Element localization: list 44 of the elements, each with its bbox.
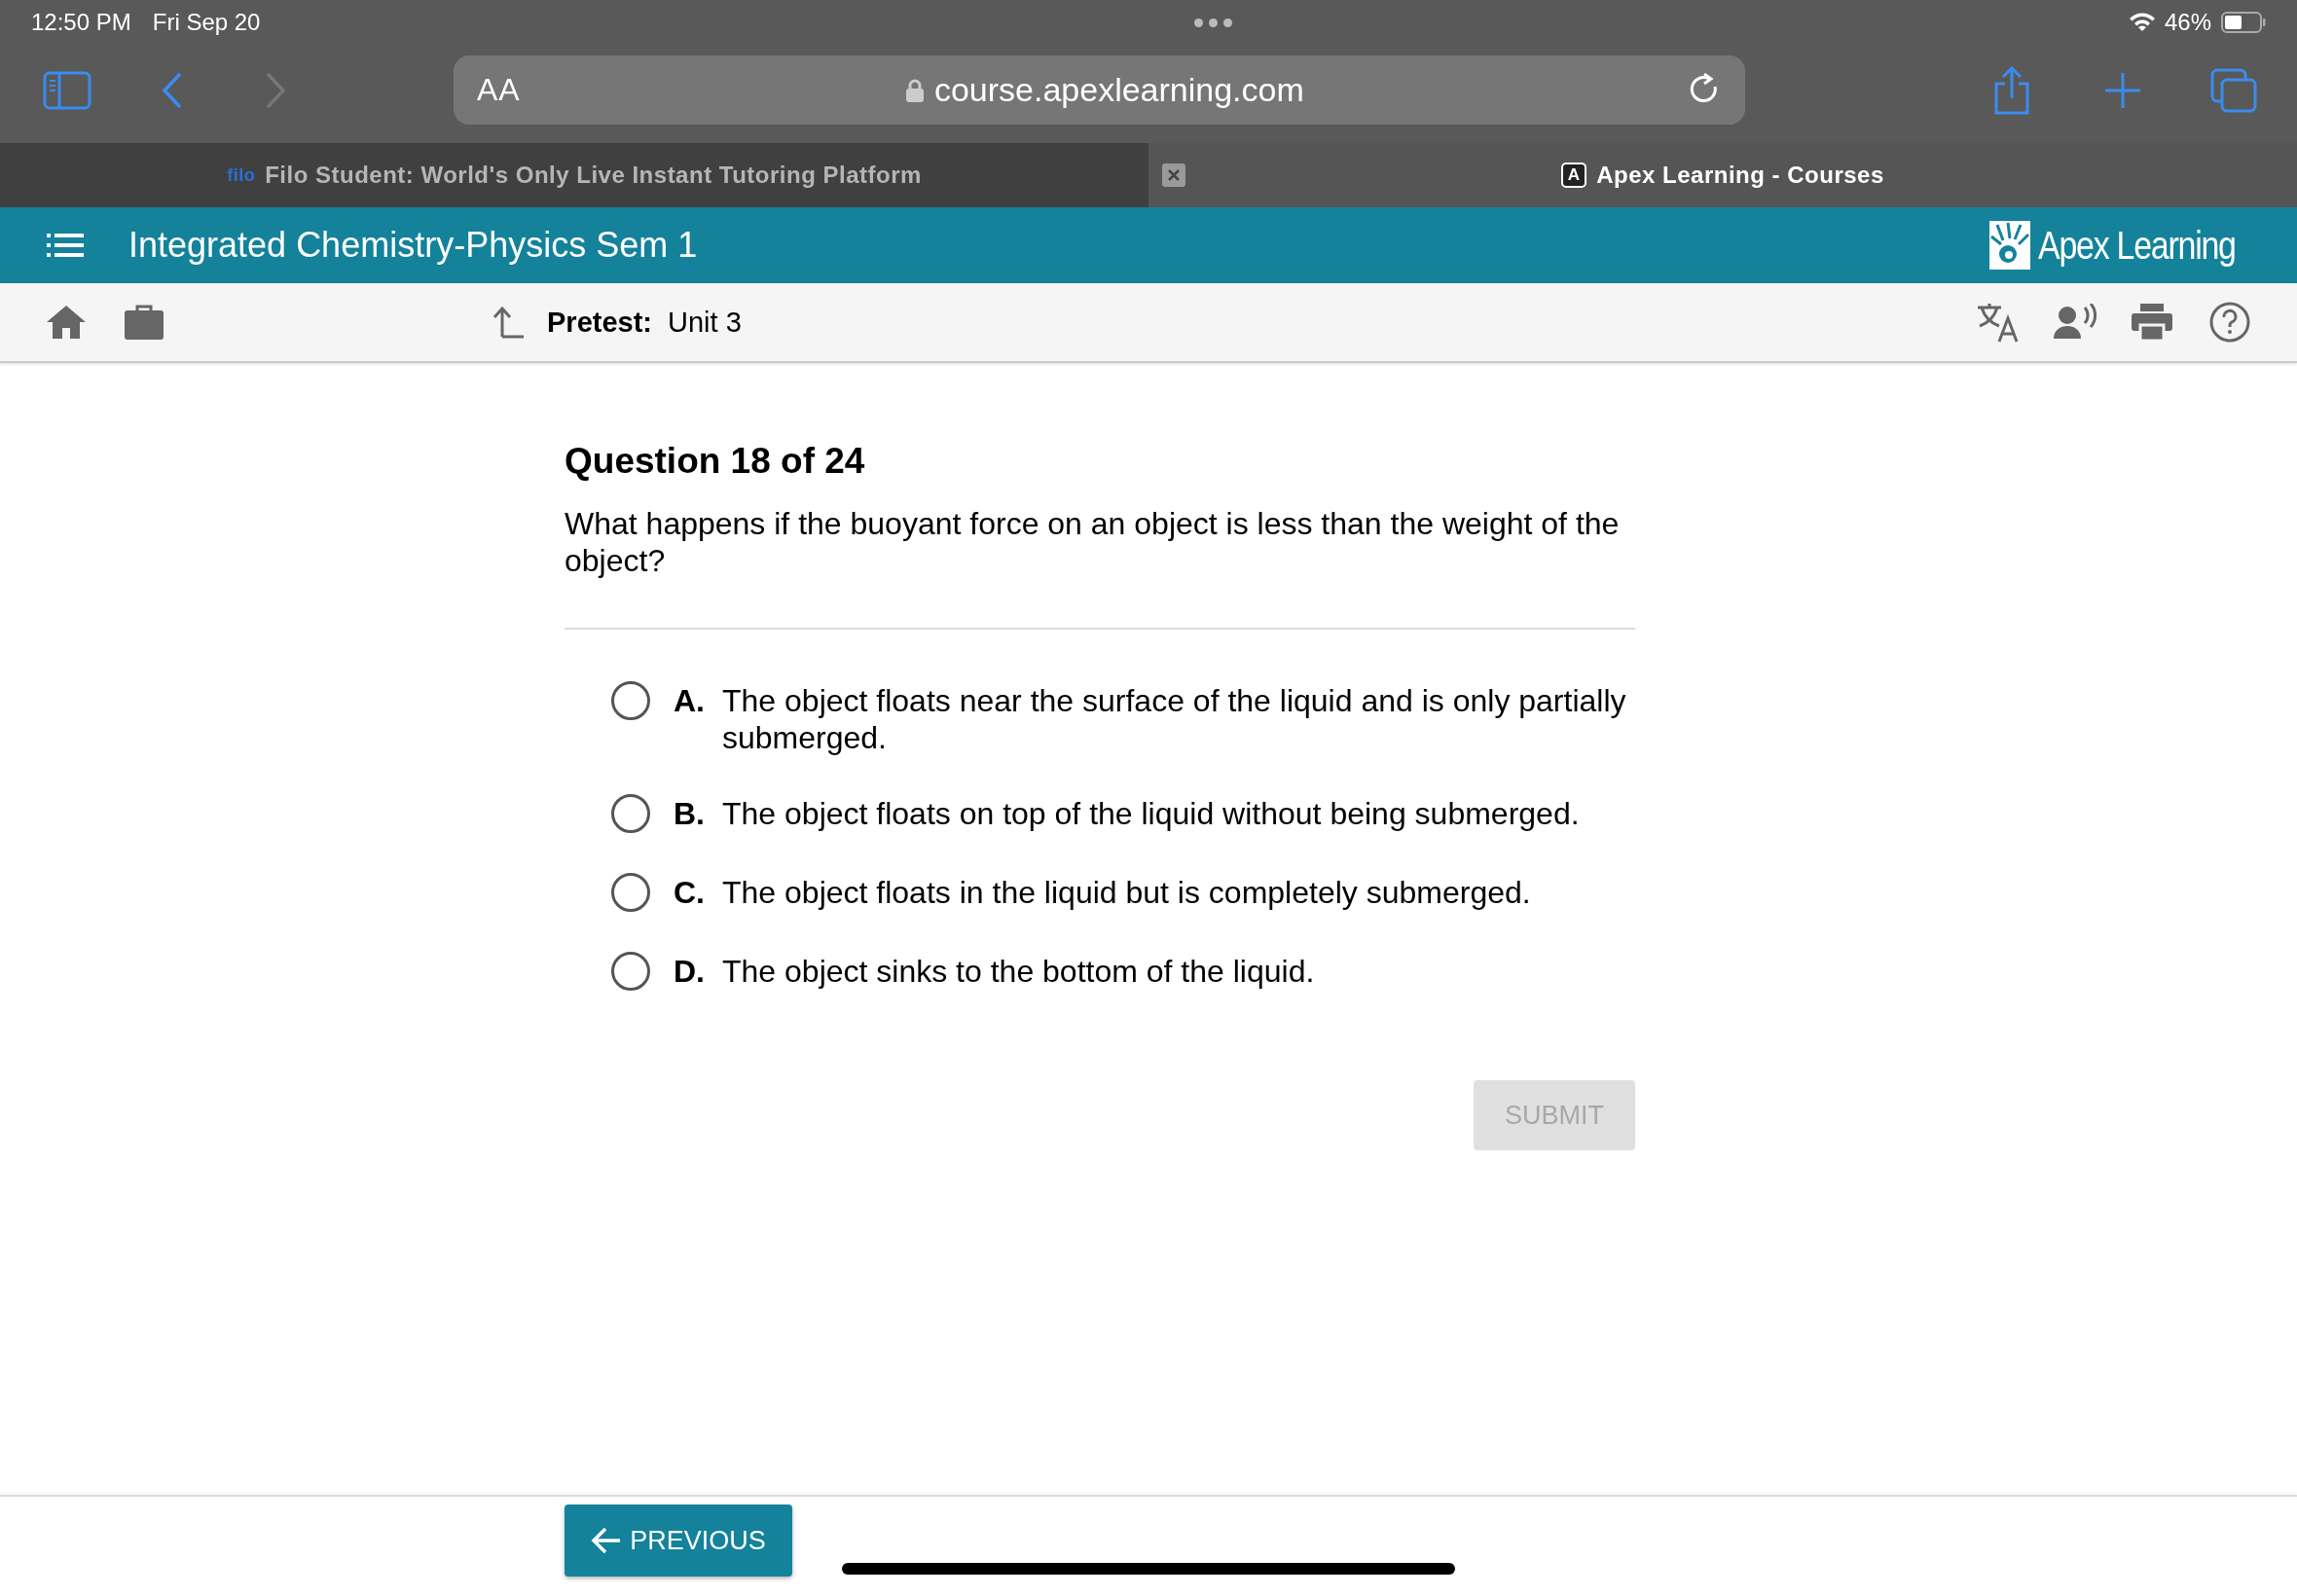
option-letter: D. [674, 953, 706, 990]
unit-name: Unit 3 [668, 306, 742, 339]
translate-icon[interactable] [1976, 302, 2021, 343]
tab-title: Apex Learning - Courses [1596, 162, 1884, 189]
left-arrow-icon [591, 1526, 623, 1555]
menu-icon[interactable] [47, 234, 84, 257]
apex-favicon: A [1561, 163, 1587, 188]
browser-tab[interactable]: filo Filo Student: World's Only Live Instant Tutoring Platform [0, 143, 1148, 207]
briefcase-icon[interactable] [125, 305, 164, 340]
help-icon[interactable] [2209, 302, 2250, 343]
option-letter: B. [674, 795, 706, 832]
radio-button[interactable] [611, 681, 650, 720]
filo-favicon: filo [227, 164, 256, 186]
question-heading: Question 18 of 24 [565, 441, 866, 482]
question-text: What happens if the buoyant force on an object is less than the weight of the object? [565, 505, 1621, 579]
option-text: The object floats near the surface of the liquid and is only partially submerged. [722, 682, 1627, 756]
option-text: The object sinks to the bottom of the liquid. [722, 953, 1316, 990]
previous-button[interactable]: PREVIOUS [565, 1505, 792, 1577]
option-text: The object floats on top of the liquid without being submerged. [722, 795, 1581, 832]
lock-icon [904, 77, 925, 103]
option-text: The object floats in the liquid but is completely submerged. [722, 874, 1532, 911]
read-aloud-icon[interactable] [2054, 304, 2098, 341]
status-time: 12:50 PM [31, 9, 131, 36]
radio-button[interactable] [611, 794, 650, 833]
multitasking-dots-icon[interactable] [1194, 18, 1233, 27]
apex-logo-text: Apex Learning [2037, 223, 2236, 268]
radio-button[interactable] [611, 873, 650, 912]
up-arrow-icon[interactable] [492, 306, 526, 339]
url-text: course.apexlearning.com [933, 71, 1304, 109]
home-icon[interactable] [47, 306, 86, 339]
close-tab-icon[interactable] [1162, 163, 1185, 187]
address-bar[interactable]: AA course.apexlearning.com [454, 55, 1745, 125]
course-title: Integrated Chemistry-Physics Sem 1 [128, 225, 698, 266]
tab-title: Filo Student: World's Only Live Instant Tutoring Platform [265, 162, 922, 189]
option-letter: A. [674, 682, 706, 719]
pretest-label: Pretest: [547, 306, 652, 339]
text-size-button[interactable]: AA [477, 72, 521, 108]
radio-button[interactable] [611, 952, 650, 991]
apex-logo-icon [1988, 221, 2030, 270]
option-letter: C. [674, 874, 706, 911]
print-icon[interactable] [2132, 304, 2172, 341]
battery-icon [2221, 12, 2266, 33]
battery-percentage: 46% [2164, 9, 2211, 36]
status-date: Fri Sep 20 [152, 9, 261, 36]
